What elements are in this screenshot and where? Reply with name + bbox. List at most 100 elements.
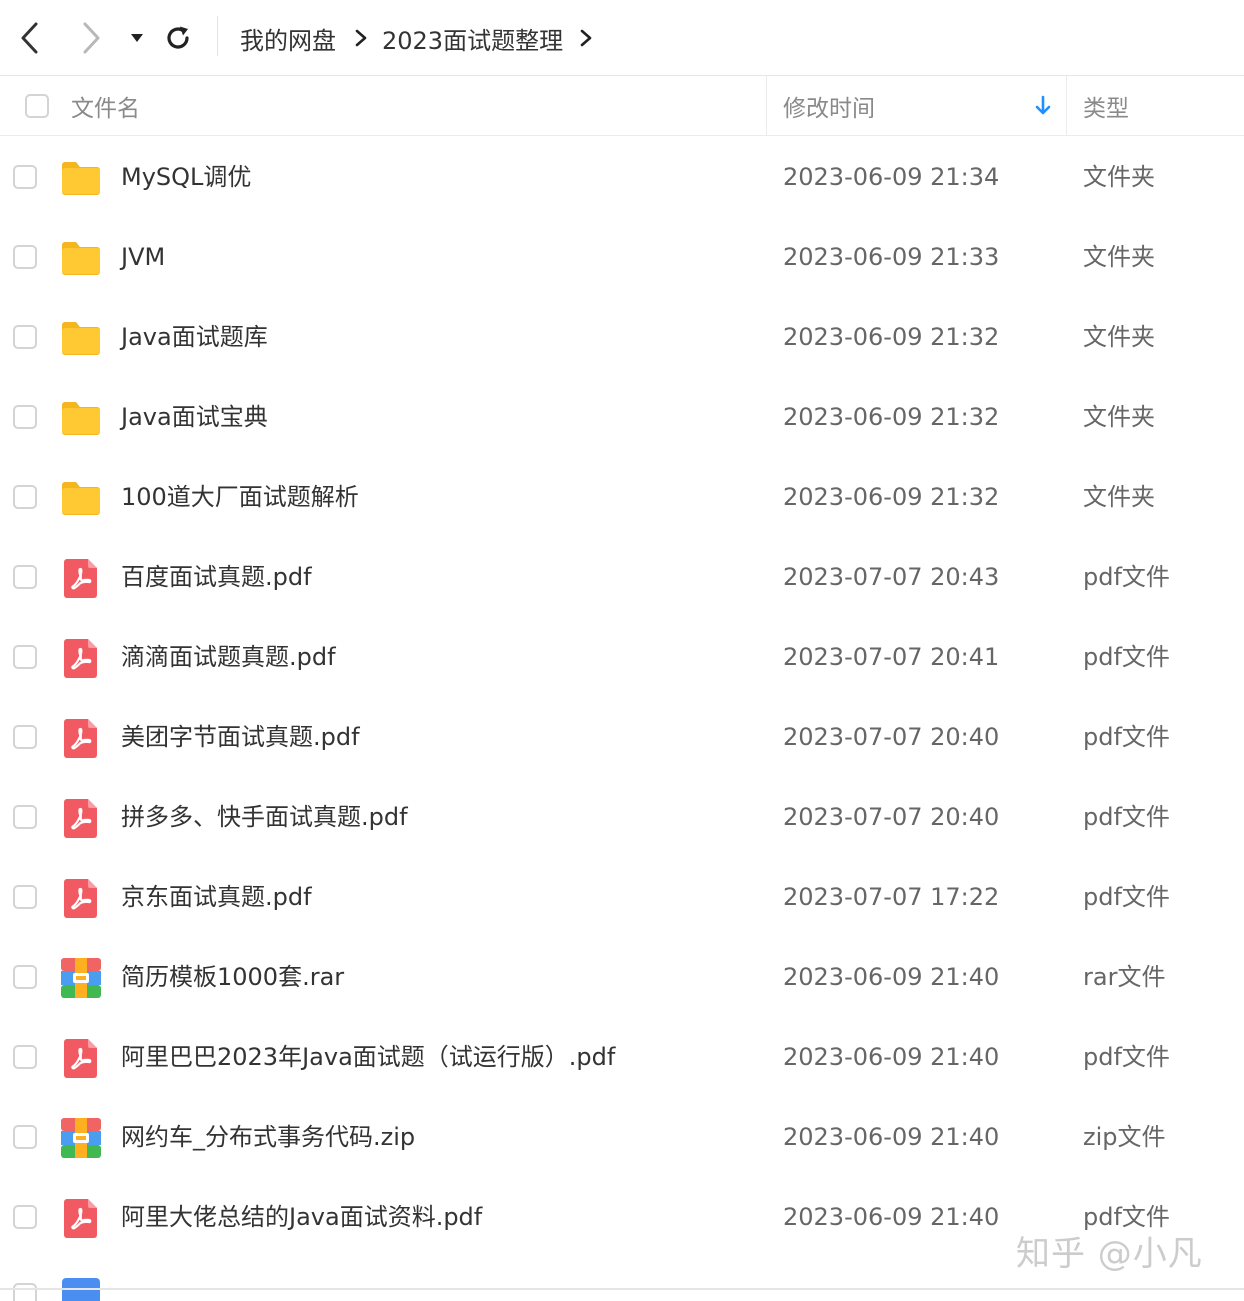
file-name[interactable]: 百度面试真题.pdf xyxy=(121,537,312,617)
file-row[interactable]: Java面试宝典 2023-06-09 21:32 文件夹 xyxy=(0,377,1244,457)
folder-icon xyxy=(60,317,102,359)
toolbar-divider xyxy=(217,16,218,56)
file-row[interactable]: 100道大厂面试题解析 2023-06-09 21:32 文件夹 xyxy=(0,457,1244,537)
file-type: pdf文件 xyxy=(1083,1043,1170,1071)
file-name[interactable]: JVM xyxy=(121,217,165,297)
row-checkbox[interactable] xyxy=(13,405,37,429)
file-type: rar文件 xyxy=(1083,963,1166,991)
row-checkbox[interactable] xyxy=(13,885,37,909)
file-name[interactable]: Java面试宝典 xyxy=(121,377,268,457)
row-checkbox[interactable] xyxy=(13,805,37,829)
forward-button[interactable] xyxy=(73,18,109,58)
file-type: 文件夹 xyxy=(1083,403,1155,431)
row-checkbox[interactable] xyxy=(13,1045,37,1069)
row-checkbox[interactable] xyxy=(13,165,37,189)
file-row[interactable]: 百度面试真题.pdf 2023-07-07 20:43 pdf文件 xyxy=(0,537,1244,617)
file-name[interactable]: 滴滴面试题真题.pdf xyxy=(121,617,336,697)
file-name[interactable]: 100道大厂面试题解析 xyxy=(121,457,359,537)
file-modified-time: 2023-06-09 21:40 xyxy=(783,963,1000,991)
column-divider xyxy=(1066,76,1067,135)
row-checkbox[interactable] xyxy=(13,1125,37,1149)
file-name[interactable]: 阿里巴巴2023年Java面试题（试运行版）.pdf xyxy=(121,1017,615,1097)
file-modified-time: 2023-06-09 21:32 xyxy=(783,483,1000,511)
file-type: pdf文件 xyxy=(1083,883,1170,911)
caret-down-icon xyxy=(131,34,143,42)
sort-descending-icon[interactable] xyxy=(1034,76,1052,135)
file-row[interactable]: 网约车_分布式事务代码.zip 2023-06-09 21:40 zip文件 xyxy=(0,1097,1244,1177)
pdf-icon xyxy=(60,1197,102,1239)
file-modified-time: 2023-07-07 20:40 xyxy=(783,723,1000,751)
column-divider xyxy=(766,76,767,135)
file-row[interactable]: 滴滴面试题真题.pdf 2023-07-07 20:41 pdf文件 xyxy=(0,617,1244,697)
row-checkbox[interactable] xyxy=(13,645,37,669)
file-modified-time: 2023-06-09 21:34 xyxy=(783,163,1000,191)
file-modified-time: 2023-06-09 21:40 xyxy=(783,1043,1000,1071)
file-modified-time: 2023-07-07 20:40 xyxy=(783,803,1000,831)
folder-icon xyxy=(60,477,102,519)
folder-icon xyxy=(60,157,102,199)
file-row[interactable]: 简历模板1000套.rar 2023-06-09 21:40 rar文件 xyxy=(0,937,1244,1017)
column-header-type[interactable]: 类型 xyxy=(1083,76,1129,135)
file-name[interactable]: 美团字节面试真题.pdf xyxy=(121,697,360,777)
file-type: pdf文件 xyxy=(1083,643,1170,671)
row-checkbox[interactable] xyxy=(13,485,37,509)
file-row[interactable]: 京东面试真题.pdf 2023-07-07 17:22 pdf文件 xyxy=(0,857,1244,937)
file-name[interactable]: 阿里大佬总结的Java面试资料.pdf xyxy=(121,1177,482,1257)
file-name[interactable]: 简历模板1000套.rar xyxy=(121,937,344,1017)
file-name[interactable]: Java面试题库 xyxy=(121,297,268,377)
select-all-checkbox[interactable] xyxy=(25,93,49,118)
file-type: pdf文件 xyxy=(1083,723,1170,751)
row-checkbox[interactable] xyxy=(13,565,37,589)
file-name[interactable]: 京东面试真题.pdf xyxy=(121,857,312,937)
pdf-icon xyxy=(60,797,102,839)
file-row[interactable]: Java面试题库 2023-06-09 21:32 文件夹 xyxy=(0,297,1244,377)
row-checkbox[interactable] xyxy=(13,1283,37,1301)
row-checkbox[interactable] xyxy=(13,1205,37,1229)
row-checkbox[interactable] xyxy=(13,325,37,349)
refresh-icon xyxy=(167,26,189,49)
chevron-left-icon xyxy=(21,22,38,54)
archive-icon xyxy=(60,1117,102,1159)
file-type: 文件夹 xyxy=(1083,163,1155,191)
select-all-cell xyxy=(25,76,49,135)
file-modified-time: 2023-06-09 21:32 xyxy=(783,403,1000,431)
breadcrumb-item-root[interactable]: 我的网盘 xyxy=(240,21,336,56)
chevron-right-icon xyxy=(354,28,368,48)
file-row[interactable]: MySQL调优 2023-06-09 21:34 文件夹 xyxy=(0,137,1244,217)
list-bottom-divider xyxy=(0,1288,1244,1290)
file-row[interactable]: 美团字节面试真题.pdf 2023-07-07 20:40 pdf文件 xyxy=(0,697,1244,777)
file-name[interactable]: 拼多多、快手面试真题.pdf xyxy=(121,777,408,857)
refresh-button[interactable] xyxy=(160,18,196,58)
row-checkbox[interactable] xyxy=(13,965,37,989)
pdf-icon xyxy=(60,557,102,599)
file-modified-time: 2023-06-09 21:32 xyxy=(783,323,1000,351)
file-row[interactable]: 阿里巴巴2023年Java面试题（试运行版）.pdf 2023-06-09 21:… xyxy=(0,1017,1244,1097)
file-modified-time: 2023-07-07 17:22 xyxy=(783,883,1000,911)
file-type: 文件夹 xyxy=(1083,243,1155,271)
pdf-icon xyxy=(60,1037,102,1079)
history-dropdown-button[interactable] xyxy=(119,18,155,58)
back-button[interactable] xyxy=(12,18,48,58)
row-checkbox[interactable] xyxy=(13,245,37,269)
column-header-name[interactable]: 文件名 xyxy=(71,76,140,135)
file-type: zip文件 xyxy=(1083,1123,1166,1151)
toolbar: 我的网盘 2023面试题整理 xyxy=(0,0,1244,76)
file-type: pdf文件 xyxy=(1083,803,1170,831)
folder-icon xyxy=(60,237,102,279)
file-row[interactable]: 拼多多、快手面试真题.pdf 2023-07-07 20:40 pdf文件 xyxy=(0,777,1244,857)
file-type: 文件夹 xyxy=(1083,323,1155,351)
chevron-right-icon xyxy=(579,28,593,48)
file-modified-time: 2023-06-09 21:40 xyxy=(783,1123,1000,1151)
column-header-modified[interactable]: 修改时间 xyxy=(783,76,875,135)
file-name[interactable]: MySQL调优 xyxy=(121,137,251,217)
watermark: 知乎 @小凡 xyxy=(1016,1234,1203,1274)
breadcrumb-item-current[interactable]: 2023面试题整理 xyxy=(382,21,563,56)
file-row[interactable]: JVM 2023-06-09 21:33 文件夹 xyxy=(0,217,1244,297)
file-modified-time: 2023-06-09 21:33 xyxy=(783,243,1000,271)
file-type: pdf文件 xyxy=(1083,563,1170,591)
file-name[interactable]: 网约车_分布式事务代码.zip xyxy=(121,1097,415,1177)
row-checkbox[interactable] xyxy=(13,725,37,749)
breadcrumb: 我的网盘 2023面试题整理 xyxy=(240,18,593,58)
file-modified-time: 2023-06-09 21:40 xyxy=(783,1203,1000,1231)
file-modified-time: 2023-07-07 20:41 xyxy=(783,643,1000,671)
